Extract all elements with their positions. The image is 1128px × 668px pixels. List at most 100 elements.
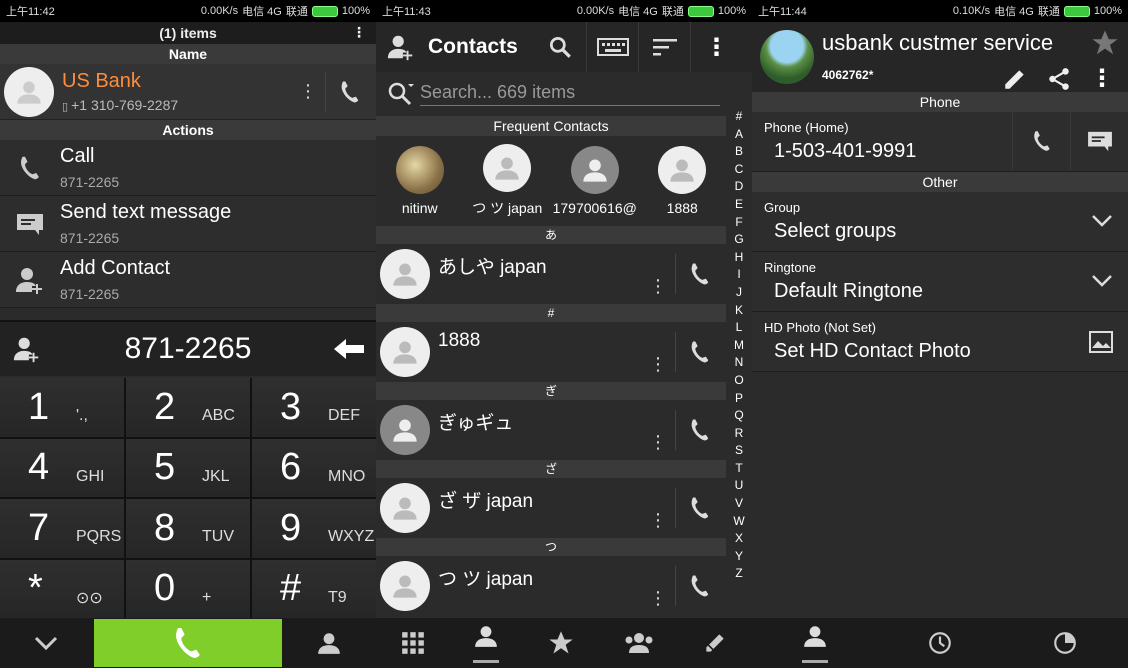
- overflow-menu-icon[interactable]: ⋮: [352, 24, 366, 41]
- tab-contacts[interactable]: [473, 623, 500, 663]
- phone-field[interactable]: Phone (Home) 1-503-401-9991: [752, 112, 1128, 172]
- key-hash[interactable]: # T9: [252, 559, 376, 618]
- alphabet-letter[interactable]: N: [730, 354, 748, 372]
- alphabet-letter[interactable]: X: [730, 530, 748, 548]
- row-menu-icon[interactable]: ⋮: [649, 276, 667, 297]
- alphabet-letter[interactable]: C: [730, 161, 748, 179]
- contact-row[interactable]: 1888 ⋮: [376, 322, 726, 382]
- add-contact-icon[interactable]: [386, 32, 416, 62]
- alphabet-letter[interactable]: W: [730, 513, 748, 531]
- key-0[interactable]: 0 +: [126, 559, 250, 618]
- alphabet-letter[interactable]: P: [730, 390, 748, 408]
- alphabet-letter[interactable]: L: [730, 319, 748, 337]
- alphabet-letter[interactable]: G: [730, 231, 748, 249]
- groups-icon[interactable]: [623, 630, 655, 656]
- chevron-down-icon[interactable]: [32, 630, 60, 654]
- matched-contact[interactable]: US Bank ▯ +1 310-769-2287 ⋮: [0, 64, 376, 120]
- contact-row[interactable]: あしや japan ⋮: [376, 244, 726, 304]
- alphabet-letter[interactable]: S: [730, 442, 748, 460]
- stats-pie-icon[interactable]: [1052, 630, 1078, 656]
- dialpad-button[interactable]: [586, 22, 638, 72]
- edit-icon[interactable]: [1002, 66, 1028, 92]
- alphabet-letter[interactable]: M: [730, 337, 748, 355]
- alphabet-letter[interactable]: #: [730, 108, 748, 126]
- phone-icon[interactable]: [686, 494, 714, 522]
- alphabet-letter[interactable]: I: [730, 266, 748, 284]
- key-2[interactable]: 2 ABC: [126, 378, 250, 437]
- phone-icon[interactable]: [686, 260, 714, 288]
- key-7[interactable]: 7 PQRS: [0, 499, 124, 558]
- row-menu-icon[interactable]: ⋮: [649, 354, 667, 375]
- row-menu-icon[interactable]: ⋮: [649, 432, 667, 453]
- contact-row[interactable]: ぎゅギュ ⋮: [376, 400, 726, 460]
- sort-button[interactable]: [638, 22, 690, 72]
- contact-photo[interactable]: [760, 30, 814, 84]
- search-button[interactable]: [534, 22, 586, 72]
- search-bar[interactable]: Search... 669 items: [376, 72, 726, 116]
- alphabet-letter[interactable]: O: [730, 372, 748, 390]
- call-button[interactable]: [94, 619, 282, 667]
- frequent-contact[interactable]: nitinw: [376, 146, 464, 216]
- chevron-down-icon[interactable]: [1090, 270, 1114, 290]
- action-send-text[interactable]: Send text message 871-2265: [0, 196, 376, 252]
- phone-icon[interactable]: [686, 572, 714, 600]
- alphabet-letter[interactable]: Q: [730, 407, 748, 425]
- action-call[interactable]: Call 871-2265: [0, 140, 376, 196]
- key-1[interactable]: 1 '.,: [0, 378, 124, 437]
- call-button[interactable]: [1012, 112, 1070, 170]
- alphabet-letter[interactable]: H: [730, 249, 748, 267]
- frequent-contact[interactable]: 179700616@: [551, 146, 639, 216]
- alphabet-letter[interactable]: U: [730, 477, 748, 495]
- phone-icon[interactable]: [336, 78, 364, 106]
- action-add-contact[interactable]: Add Contact 871-2265: [0, 252, 376, 308]
- add-contact-icon[interactable]: [10, 334, 44, 364]
- alphabet-letter[interactable]: B: [730, 143, 748, 161]
- contact-row[interactable]: つ ツ japan ⋮: [376, 556, 726, 616]
- key-8[interactable]: 8 TUV: [126, 499, 250, 558]
- search-input[interactable]: Search... 669 items: [420, 82, 720, 106]
- hd-photo-field[interactable]: HD Photo (Not Set) Set HD Contact Photo: [752, 312, 1128, 372]
- chevron-down-icon[interactable]: [1090, 210, 1114, 230]
- row-menu-icon[interactable]: ⋮: [649, 588, 667, 609]
- backspace-icon[interactable]: [332, 337, 366, 361]
- star-icon[interactable]: [547, 629, 575, 657]
- key-3[interactable]: 3 DEF: [252, 378, 376, 437]
- edit-tag-icon[interactable]: [702, 630, 728, 656]
- frequent-contact[interactable]: つ ツ japan: [464, 144, 552, 218]
- alphabet-letter[interactable]: V: [730, 495, 748, 513]
- message-button[interactable]: [1070, 112, 1128, 170]
- overflow-menu-icon[interactable]: ⋮: [1090, 64, 1114, 93]
- key-6[interactable]: 6 MNO: [252, 438, 376, 497]
- alphabet-letter[interactable]: D: [730, 178, 748, 196]
- alphabet-letter[interactable]: T: [730, 460, 748, 478]
- alphabet-letter[interactable]: A: [730, 126, 748, 144]
- history-clock-icon[interactable]: [927, 630, 953, 656]
- alphabet-letter[interactable]: Y: [730, 548, 748, 566]
- key-9[interactable]: 9 WXYZ: [252, 499, 376, 558]
- star-icon[interactable]: [1090, 28, 1120, 58]
- alphabet-letter[interactable]: F: [730, 214, 748, 232]
- row-menu-icon[interactable]: ⋮: [649, 510, 667, 531]
- contact-row[interactable]: ざ ザ japan ⋮: [376, 478, 726, 538]
- alphabet-letter[interactable]: K: [730, 302, 748, 320]
- image-icon[interactable]: [1088, 330, 1114, 354]
- frequent-contact[interactable]: 1888: [639, 146, 727, 216]
- dialpad-icon[interactable]: [400, 630, 426, 656]
- contact-menu-icon[interactable]: ⋮: [299, 81, 317, 102]
- alphabet-index[interactable]: # A B C D E F G H I J K L M N O P Q R S T U V W X Y Z: [730, 108, 748, 583]
- phone-icon[interactable]: [686, 416, 714, 444]
- key-4[interactable]: 4 GHI: [0, 438, 124, 497]
- key-5[interactable]: 5 JKL: [126, 438, 250, 497]
- alphabet-letter[interactable]: Z: [730, 565, 748, 583]
- group-field[interactable]: Group Select groups: [752, 192, 1128, 252]
- phone-icon[interactable]: [686, 338, 714, 366]
- ringtone-field[interactable]: Ringtone Default Ringtone: [752, 252, 1128, 312]
- share-icon[interactable]: [1046, 66, 1072, 92]
- alphabet-letter[interactable]: J: [730, 284, 748, 302]
- contacts-icon[interactable]: [316, 630, 342, 656]
- key-star[interactable]: * ⊙⊙: [0, 559, 124, 618]
- alphabet-letter[interactable]: R: [730, 425, 748, 443]
- overflow-menu-button[interactable]: ⋮: [690, 22, 742, 72]
- tab-contact[interactable]: [801, 623, 828, 663]
- alphabet-letter[interactable]: E: [730, 196, 748, 214]
